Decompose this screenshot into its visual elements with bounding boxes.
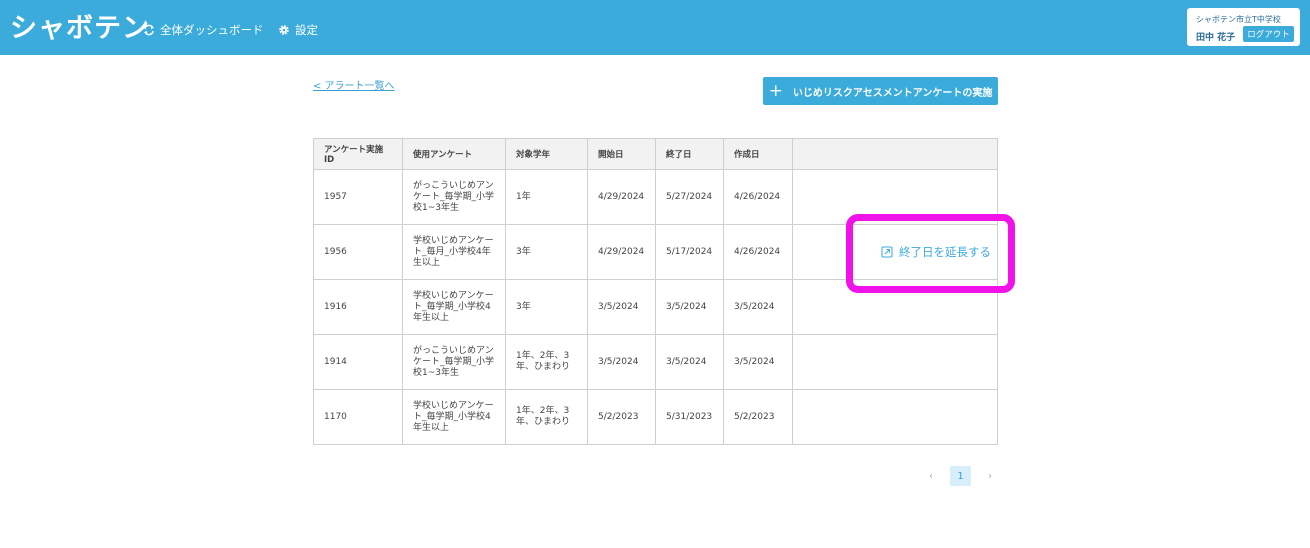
cell-id: 1956	[313, 224, 403, 280]
cell-id: 1916	[313, 279, 403, 335]
cell-id: 1957	[313, 169, 403, 225]
cell-id: 1170	[313, 389, 403, 445]
col-header-survey: 使用アンケート	[402, 138, 506, 170]
school-name: シャボテン市立T中学校	[1196, 15, 1281, 24]
cell-survey: 学校いじめアンケート_毎学期_小学校4年生以上	[402, 389, 506, 445]
col-header-actions	[792, 138, 998, 170]
nav-settings-label: 設定	[295, 23, 318, 37]
cell-grade: 1年、2年、3年、ひまわり	[505, 389, 588, 445]
back-to-alerts-link[interactable]: < アラート一覧へ	[313, 77, 395, 92]
nav-dashboard-label: 全体ダッシュボード	[160, 23, 264, 37]
logout-button[interactable]: ログアウト	[1243, 26, 1294, 42]
cell-start: 4/29/2024	[587, 169, 656, 225]
plus-icon: +	[768, 80, 783, 101]
cell-start: 3/5/2024	[587, 279, 656, 335]
table-row: 1914 がっこういじめアンケート_毎学期_小学校1~3年生 1年、2年、3年、…	[313, 334, 998, 390]
cell-start: 3/5/2024	[587, 334, 656, 390]
conduct-survey-button[interactable]: + いじめリスクアセスメントアンケートの実施	[763, 77, 998, 105]
table-header-row: アンケート実施ID 使用アンケート 対象学年 開始日 終了日 作成日	[313, 138, 998, 170]
cell-end: 5/31/2023	[655, 389, 724, 445]
cell-grade: 1年	[505, 169, 588, 225]
cell-actions	[792, 389, 998, 445]
table-row: 1170 学校いじめアンケート_毎学期_小学校4年生以上 1年、2年、3年、ひま…	[313, 389, 998, 445]
col-header-end: 終了日	[655, 138, 724, 170]
col-header-grade: 対象学年	[505, 138, 588, 170]
cell-end: 5/17/2024	[655, 224, 724, 280]
pagination-page-1[interactable]: 1	[950, 466, 971, 486]
gear-icon	[279, 25, 289, 35]
cell-created: 3/5/2024	[723, 334, 793, 390]
col-header-created: 作成日	[723, 138, 793, 170]
cell-grade: 3年	[505, 279, 588, 335]
cell-start: 4/29/2024	[587, 224, 656, 280]
cell-actions	[792, 334, 998, 390]
cell-grade: 3年	[505, 224, 588, 280]
user-info: シャボテン市立T中学校 田中 花子 ログアウト	[1187, 8, 1300, 46]
pagination-prev-button[interactable]: ‹	[922, 466, 940, 486]
cell-grade: 1年、2年、3年、ひまわり	[505, 334, 588, 390]
pagination-next-button[interactable]: ›	[981, 466, 999, 486]
refresh-icon	[144, 24, 154, 36]
cell-survey: がっこういじめアンケート_毎学期_小学校1~3年生	[402, 169, 506, 225]
nav-dashboard[interactable]: 全体ダッシュボード	[143, 22, 264, 38]
cell-end: 3/5/2024	[655, 334, 724, 390]
cell-end: 5/27/2024	[655, 169, 724, 225]
col-header-start: 開始日	[587, 138, 656, 170]
cell-survey: 学校いじめアンケート_毎月_小学校4年生以上	[402, 224, 506, 280]
user-name: 田中 花子	[1196, 33, 1236, 43]
cell-created: 4/26/2024	[723, 224, 793, 280]
cell-start: 5/2/2023	[587, 389, 656, 445]
col-header-id: アンケート実施ID	[313, 138, 403, 170]
cell-id: 1914	[313, 334, 403, 390]
app-logo[interactable]: シャボテン	[10, 6, 150, 45]
highlight-annotation	[846, 214, 1015, 293]
cell-survey: 学校いじめアンケート_毎学期_小学校4年生以上	[402, 279, 506, 335]
cell-end: 3/5/2024	[655, 279, 724, 335]
nav-settings[interactable]: 設定	[278, 22, 318, 38]
conduct-survey-label: いじめリスクアセスメントアンケートの実施	[792, 87, 993, 99]
cell-created: 4/26/2024	[723, 169, 793, 225]
cell-survey: がっこういじめアンケート_毎学期_小学校1~3年生	[402, 334, 506, 390]
top-bar: シャボテン 全体ダッシュボード 設定 シャボテン市立T中学校 田中 花子 ログア…	[0, 0, 1310, 55]
cell-created: 5/2/2023	[723, 389, 793, 445]
cell-created: 3/5/2024	[723, 279, 793, 335]
